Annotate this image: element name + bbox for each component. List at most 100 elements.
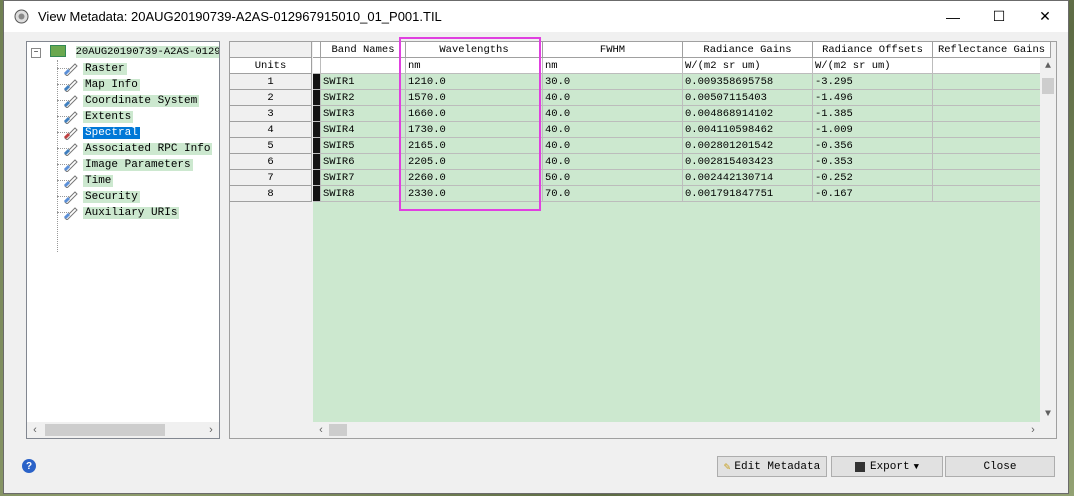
minimize-button[interactable]: —: [930, 1, 976, 32]
tree-hscrollbar[interactable]: ‹ ›: [27, 422, 219, 438]
table-cell[interactable]: -1.496: [813, 90, 933, 106]
table-cell[interactable]: [933, 74, 1051, 90]
tree-item-time[interactable]: Time: [63, 173, 114, 188]
tree-root[interactable]: − 20AUG20190739-A2AS-01296791: [31, 45, 219, 58]
row-header[interactable]: 6: [230, 154, 312, 170]
export-button[interactable]: Export ▼: [831, 456, 943, 477]
table-cell[interactable]: 0.00507115403: [683, 90, 813, 106]
table-cell[interactable]: -0.167: [813, 186, 933, 202]
table-hscrollbar[interactable]: ‹ ›: [313, 422, 1041, 438]
table-cell[interactable]: 50.0: [543, 170, 683, 186]
table-cell[interactable]: SWIR4: [321, 122, 406, 138]
table-cell[interactable]: 40.0: [543, 154, 683, 170]
column-header[interactable]: Wavelengths: [406, 42, 543, 58]
help-icon[interactable]: ?: [22, 459, 36, 473]
column-header[interactable]: FWHM: [543, 42, 683, 58]
table-cell[interactable]: [933, 170, 1051, 186]
column-header[interactable]: Radiance Gains: [683, 42, 813, 58]
column-header[interactable]: Radiance Offsets: [813, 42, 933, 58]
table-cell[interactable]: -0.252: [813, 170, 933, 186]
tree-item-associated-rpc-info[interactable]: Associated RPC Info: [63, 141, 213, 156]
table-cell[interactable]: 40.0: [543, 106, 683, 122]
table-cell[interactable]: [933, 186, 1051, 202]
tree-item-raster[interactable]: Raster: [63, 61, 127, 76]
corner-cell: [230, 42, 312, 58]
table-cell[interactable]: 40.0: [543, 90, 683, 106]
close-button[interactable]: Close: [945, 456, 1055, 477]
table-cell[interactable]: 1660.0: [406, 106, 543, 122]
table-cell[interactable]: 1730.0: [406, 122, 543, 138]
scroll-left-icon[interactable]: ‹: [27, 422, 43, 438]
maximize-button[interactable]: ☐: [976, 1, 1022, 32]
row-header[interactable]: 4: [230, 122, 312, 138]
row-header[interactable]: 5: [230, 138, 312, 154]
tree-item-auxiliary-uris[interactable]: Auxiliary URIs: [63, 205, 180, 220]
tree-item-coordinate-system[interactable]: Coordinate System: [63, 93, 200, 108]
table-cell[interactable]: [933, 90, 1051, 106]
table-cell[interactable]: 40.0: [543, 122, 683, 138]
tree-scroll-thumb[interactable]: [45, 424, 165, 436]
tree-item-extents[interactable]: Extents: [63, 109, 134, 124]
row-header[interactable]: 3: [230, 106, 312, 122]
table-cell[interactable]: [933, 106, 1051, 122]
table-cell[interactable]: SWIR2: [321, 90, 406, 106]
table-cell[interactable]: [933, 138, 1051, 154]
units-cell[interactable]: [321, 58, 406, 74]
table-cell[interactable]: [933, 122, 1051, 138]
table-cell[interactable]: 70.0: [543, 186, 683, 202]
table-scroll-left-icon[interactable]: ‹: [313, 422, 329, 438]
tree-item-spectral[interactable]: Spectral: [63, 125, 140, 140]
table-cell[interactable]: 0.002801201542: [683, 138, 813, 154]
table-cell[interactable]: 0.002442130714: [683, 170, 813, 186]
table-cell[interactable]: -0.353: [813, 154, 933, 170]
tree-item-map-info[interactable]: Map Info: [63, 77, 140, 92]
scroll-down-icon[interactable]: ▼: [1040, 406, 1056, 422]
edit-metadata-button[interactable]: ✎ Edit Metadata: [717, 456, 827, 477]
table-cell[interactable]: -1.009: [813, 122, 933, 138]
table-cell[interactable]: 2260.0: [406, 170, 543, 186]
table-scroll-right-icon[interactable]: ›: [1025, 422, 1041, 438]
column-header[interactable]: Reflectance Gains: [933, 42, 1051, 58]
row-header[interactable]: 8: [230, 186, 312, 202]
row-header[interactable]: 1: [230, 74, 312, 90]
table-cell[interactable]: 2205.0: [406, 154, 543, 170]
table-cell[interactable]: 2165.0: [406, 138, 543, 154]
table-cell[interactable]: 1210.0: [406, 74, 543, 90]
collapse-icon[interactable]: −: [31, 47, 41, 58]
row-header[interactable]: 7: [230, 170, 312, 186]
table-cell[interactable]: SWIR1: [321, 74, 406, 90]
scroll-up-icon[interactable]: ▲: [1040, 58, 1056, 74]
table-cell[interactable]: 0.004868914102: [683, 106, 813, 122]
table-cell[interactable]: SWIR7: [321, 170, 406, 186]
row-header[interactable]: 2: [230, 90, 312, 106]
tree-item-security[interactable]: Security: [63, 189, 140, 204]
table-cell[interactable]: 0.001791847751: [683, 186, 813, 202]
table-cell[interactable]: 1570.0: [406, 90, 543, 106]
tree-item-image-parameters[interactable]: Image Parameters: [63, 157, 193, 172]
table-cell[interactable]: SWIR8: [321, 186, 406, 202]
table-cell[interactable]: 0.009358695758: [683, 74, 813, 90]
table-cell[interactable]: 30.0: [543, 74, 683, 90]
table-cell[interactable]: 0.002815403423: [683, 154, 813, 170]
table-vscrollbar[interactable]: ▲ ▼: [1040, 58, 1056, 422]
table-cell[interactable]: SWIR3: [321, 106, 406, 122]
table-cell[interactable]: SWIR6: [321, 154, 406, 170]
table-cell[interactable]: 0.004110598462: [683, 122, 813, 138]
units-cell[interactable]: W/(m2 sr um): [683, 58, 813, 74]
units-cell[interactable]: nm: [543, 58, 683, 74]
table-cell[interactable]: 2330.0: [406, 186, 543, 202]
scroll-right-icon[interactable]: ›: [203, 422, 219, 438]
column-header[interactable]: Band Names: [321, 42, 406, 58]
table-cell[interactable]: SWIR5: [321, 138, 406, 154]
table-cell[interactable]: -0.356: [813, 138, 933, 154]
units-cell[interactable]: W/(m2 sr um): [813, 58, 933, 74]
units-cell[interactable]: nm: [406, 58, 543, 74]
table-cell[interactable]: 40.0: [543, 138, 683, 154]
units-cell[interactable]: [933, 58, 1051, 74]
table-vscroll-thumb[interactable]: [1042, 78, 1054, 94]
table-cell[interactable]: -3.295: [813, 74, 933, 90]
table-hscroll-thumb[interactable]: [329, 424, 347, 436]
table-cell[interactable]: [933, 154, 1051, 170]
close-window-button[interactable]: ✕: [1022, 1, 1068, 32]
table-cell[interactable]: -1.385: [813, 106, 933, 122]
